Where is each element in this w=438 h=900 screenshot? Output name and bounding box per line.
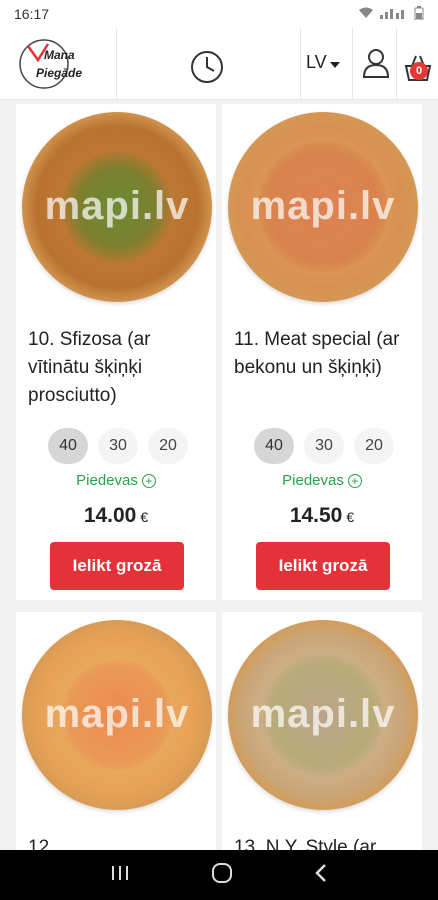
wifi-icon (358, 7, 374, 22)
size-option[interactable]: 40 (48, 428, 88, 464)
status-time: 16:17 (14, 6, 50, 22)
product-image[interactable]: mapi.lv (22, 620, 212, 810)
back-icon[interactable] (314, 863, 328, 888)
extras-label: Piedevas (282, 472, 344, 489)
signal-icon (380, 7, 408, 22)
add-to-cart-button[interactable]: Ielikt grozā (50, 542, 184, 590)
header-divider (116, 28, 117, 100)
cart-count-badge: 0 (410, 62, 428, 80)
battery-icon (414, 5, 424, 23)
header-divider (300, 28, 301, 100)
caret-down-icon (329, 52, 340, 73)
price-value: 14.00 (83, 504, 137, 527)
size-option[interactable]: 40 (254, 428, 294, 464)
price-value: 14.50 (289, 504, 343, 527)
watermark-text: mapi.lv (44, 184, 190, 228)
size-option[interactable]: 30 (304, 428, 344, 464)
product-title: 11. Meat special (ar bekonu un šķiņķi) (234, 329, 400, 378)
watermark-text: mapi.lv (250, 184, 396, 228)
user-icon[interactable] (362, 48, 390, 78)
clock-icon[interactable] (190, 50, 224, 84)
home-icon[interactable] (211, 862, 233, 889)
product-image[interactable]: mapi.lv (228, 112, 418, 302)
extras-link[interactable]: Piedevas + (222, 472, 422, 489)
add-to-cart-button[interactable]: Ielikt grozā (256, 542, 390, 590)
product-image[interactable]: mapi.lv (22, 112, 212, 302)
system-nav-bar (0, 850, 438, 900)
product-price: 14.50 € (222, 504, 422, 528)
logo-text-line2: Piegāde (36, 66, 83, 80)
product-card: mapi.lv 11. Meat special (ar bekonu un š… (222, 104, 422, 600)
header-divider (396, 28, 397, 100)
size-option[interactable]: 30 (98, 428, 138, 464)
app-header: Mana Piegāde LV 0 (0, 28, 438, 100)
extras-label: Piedevas (76, 472, 138, 489)
language-label: LV (306, 52, 327, 72)
size-selector: 40 30 20 (48, 428, 188, 464)
product-title: 10. Sfizosa (ar vītinātu šķiņķi prosciut… (28, 329, 151, 406)
header-divider (352, 28, 353, 100)
status-bar: 16:17 (0, 0, 438, 28)
product-price: 14.00 € (16, 504, 216, 528)
product-card: mapi.lv 10. Sfizosa (ar vītinātu šķiņķi … (16, 104, 216, 600)
watermark-text: mapi.lv (250, 692, 396, 736)
currency: € (346, 509, 355, 525)
language-selector[interactable]: LV (306, 52, 340, 73)
watermark-text: mapi.lv (44, 692, 190, 736)
size-selector: 40 30 20 (254, 428, 394, 464)
extras-link[interactable]: Piedevas + (16, 472, 216, 489)
size-option[interactable]: 20 (148, 428, 188, 464)
status-icons (358, 5, 424, 23)
recent-apps-icon[interactable] (110, 864, 130, 887)
logo-text-line1: Mana (44, 48, 75, 62)
product-image[interactable]: mapi.lv (228, 620, 418, 810)
plus-circle-icon: + (347, 473, 362, 488)
currency: € (140, 509, 149, 525)
brand-logo[interactable]: Mana Piegāde (14, 32, 114, 96)
plus-circle-icon: + (141, 473, 156, 488)
size-option[interactable]: 20 (354, 428, 394, 464)
